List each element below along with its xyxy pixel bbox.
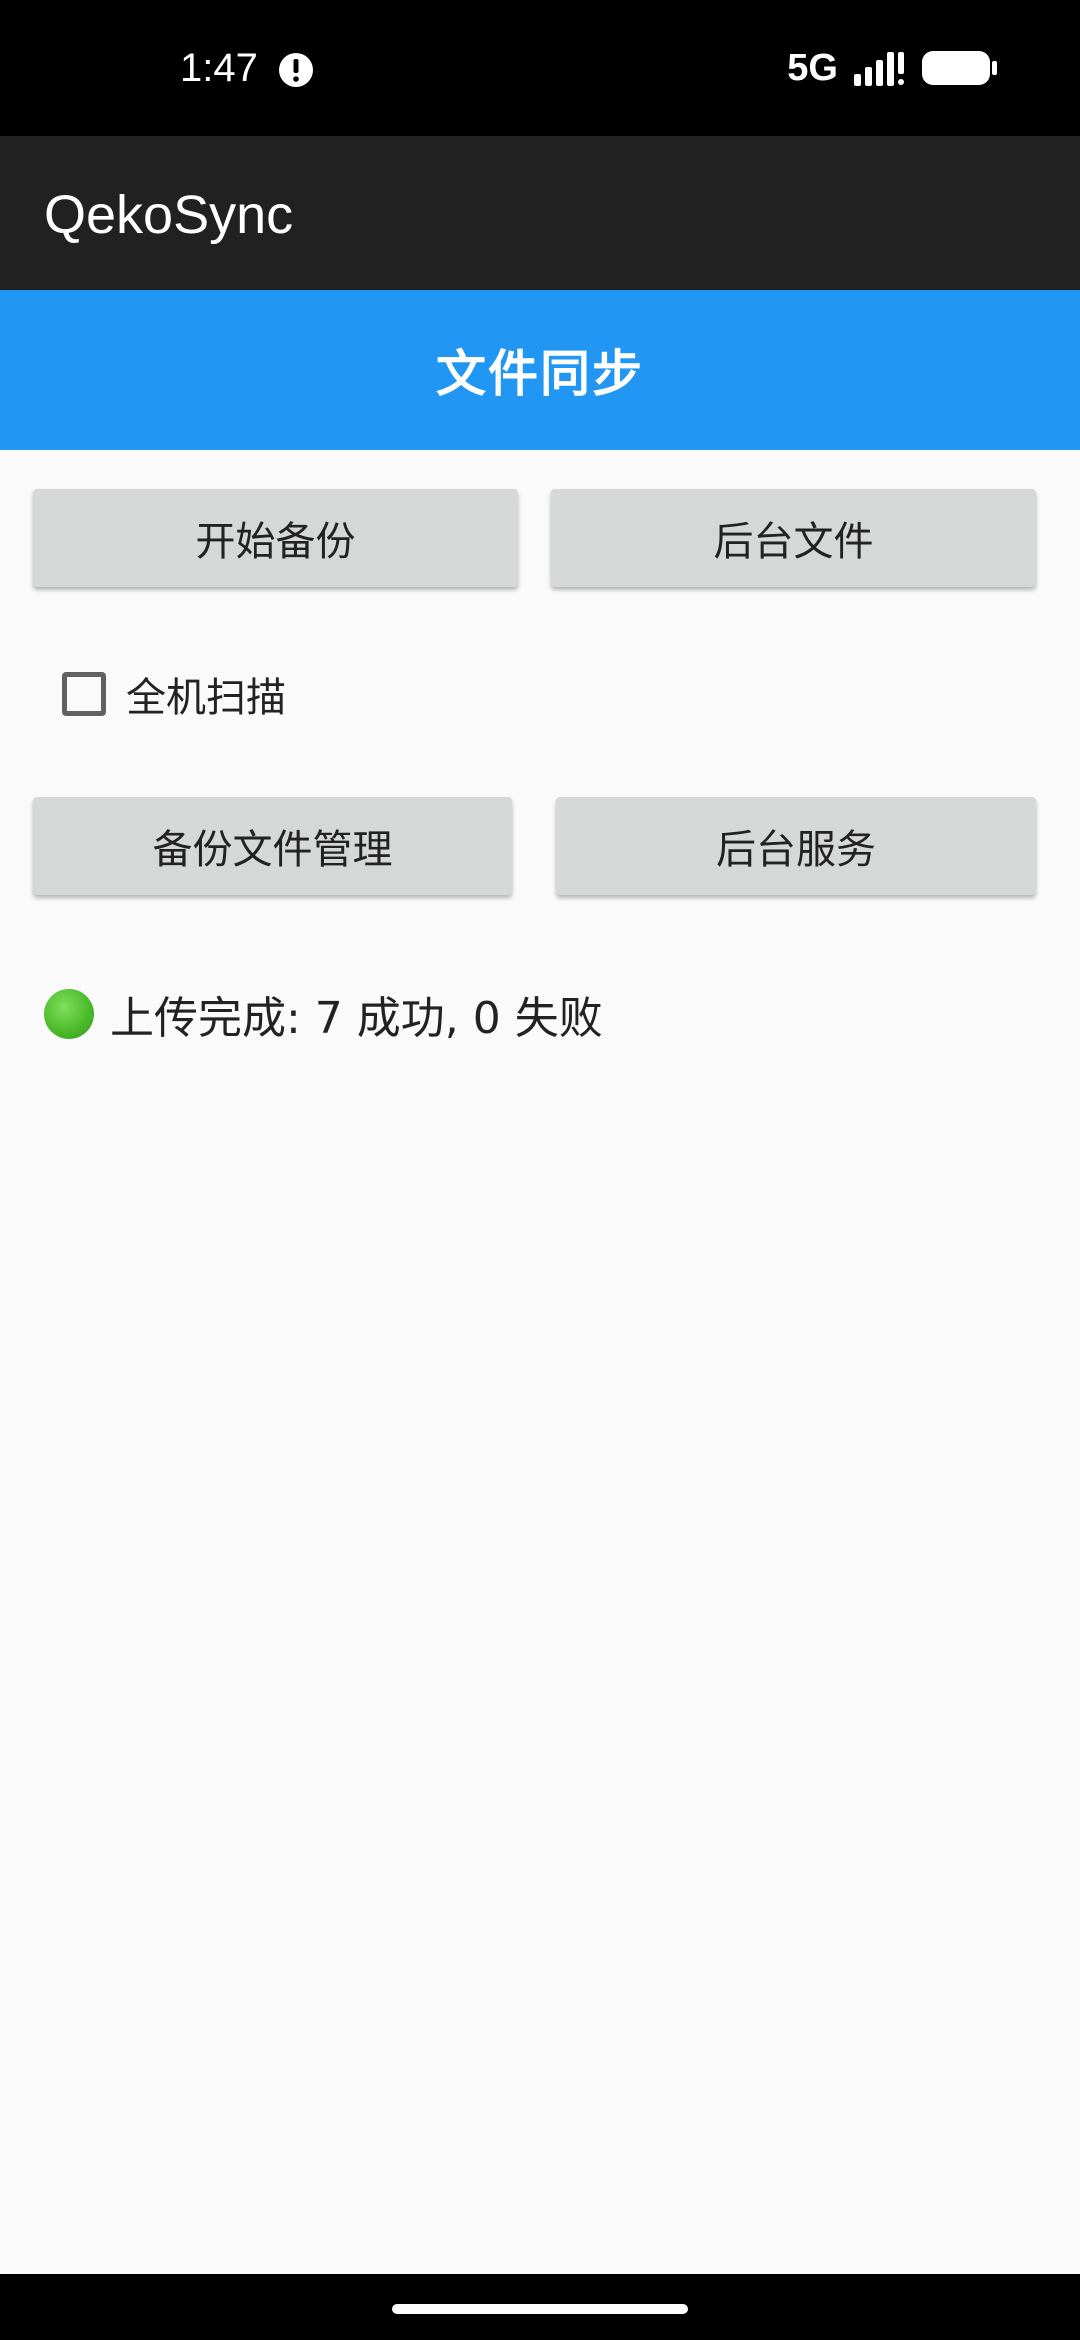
backup-file-management-button[interactable]: 备份文件管理 (33, 797, 512, 895)
navigation-bar (0, 2274, 1080, 2340)
alert-icon (279, 53, 313, 87)
upload-status-message: 上传完成: 7 成功, 0 失败 (110, 993, 603, 1044)
signal-icon (854, 52, 904, 86)
background-service-button[interactable]: 后台服务 (556, 797, 1036, 895)
status-indicators: 5G (787, 46, 1000, 90)
full-scan-label: 全机扫描 (126, 675, 286, 721)
start-backup-button[interactable]: 开始备份 (33, 489, 518, 587)
home-indicator[interactable] (392, 2304, 688, 2314)
background-files-button[interactable]: 后台文件 (551, 489, 1036, 587)
app-screen: 1:47 5G QekoSync 文件同步 开始备份 后台文件 全机扫描 备份文… (0, 0, 1080, 2340)
status-bar: 1:47 5G (0, 0, 1080, 136)
green-circle-icon (44, 989, 94, 1039)
battery-icon (922, 51, 997, 85)
app-bar: QekoSync (0, 136, 1080, 290)
header-banner: 文件同步 (0, 290, 1080, 450)
checkbox-icon[interactable] (62, 672, 106, 716)
status-time: 1:47 (180, 46, 258, 90)
app-title: QekoSync (44, 185, 294, 245)
upload-status: 上传完成: 7 成功, 0 失败 (44, 984, 603, 1044)
network-type-label: 5G (787, 47, 838, 89)
full-scan-checkbox[interactable]: 全机扫描 (62, 666, 286, 722)
page-title: 文件同步 (436, 345, 644, 403)
